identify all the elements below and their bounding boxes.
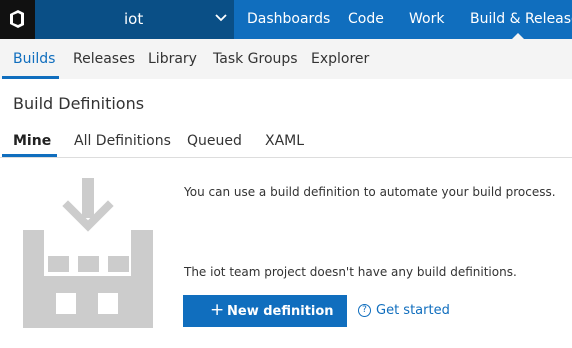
tab-divider [0, 157, 572, 158]
nav-dashboards[interactable]: Dashboards [247, 11, 330, 27]
empty-state-no-definitions: The iot team project doesn't have any bu… [184, 265, 517, 279]
tab-xaml[interactable]: XAML [265, 133, 304, 149]
subnav-task-groups[interactable]: Task Groups [213, 51, 298, 67]
new-definition-button[interactable]: + New definition [183, 295, 347, 327]
tab-queued[interactable]: Queued [187, 133, 242, 149]
empty-state-intro: You can use a build definition to automa… [184, 185, 556, 199]
new-definition-label: New definition [227, 304, 334, 319]
project-selector[interactable]: iot [35, 0, 234, 39]
nav-work[interactable]: Work [409, 11, 444, 27]
subnav-builds[interactable]: Builds [13, 51, 55, 67]
chevron-down-icon [215, 14, 227, 22]
nav-code[interactable]: Code [348, 11, 384, 27]
vsts-logo-icon[interactable] [0, 0, 35, 39]
subnav-releases[interactable]: Releases [73, 51, 135, 67]
sub-nav-bar: Builds Releases Library Task Groups Expl… [0, 39, 572, 79]
project-name: iot [124, 10, 144, 28]
plus-icon: + [210, 300, 225, 320]
nav-build-release[interactable]: Build & Release [470, 11, 572, 27]
tab-all-definitions[interactable]: All Definitions [74, 133, 171, 149]
tab-mine[interactable]: Mine [13, 133, 51, 149]
subnav-explorer[interactable]: Explorer [311, 51, 369, 67]
help-circle-icon: ? [358, 304, 371, 317]
page-title: Build Definitions [13, 94, 145, 113]
subnav-library[interactable]: Library [148, 51, 197, 67]
build-definition-illustration-icon [23, 178, 153, 328]
subnav-active-indicator [2, 76, 59, 79]
top-nav-bar: iot Dashboards Code Work Build & Release [0, 0, 572, 39]
get-started-label: Get started [376, 303, 450, 318]
